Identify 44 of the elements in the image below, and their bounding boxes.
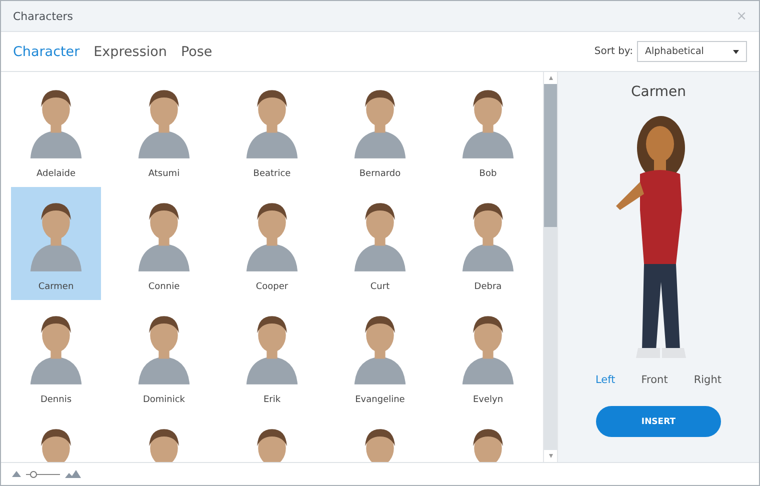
character-name: Carmen (38, 282, 74, 292)
character-card[interactable]: Atsumi (119, 74, 209, 187)
character-card[interactable]: Dennis (11, 300, 101, 413)
character-name: Curt (370, 282, 390, 292)
character-card[interactable]: Evelyn (443, 300, 533, 413)
large-mountain-icon (65, 470, 81, 478)
character-name: Debra (474, 282, 502, 292)
character-name: Bernardo (359, 169, 401, 179)
character-name: Adelaide (36, 169, 76, 179)
character-name: Beatrice (253, 169, 291, 179)
scrollbar[interactable] (543, 72, 558, 462)
category-tab[interactable]: Pose (180, 44, 212, 60)
character-title: Carmen (631, 84, 686, 100)
character-card[interactable]: Beatrice (227, 74, 317, 187)
character-name: Evangeline (355, 395, 405, 405)
sort-dropdown[interactable]: Alphabetical (637, 41, 747, 62)
character-name: Dennis (40, 395, 72, 405)
character-card[interactable]: Curt (335, 187, 425, 300)
character-name: Bob (479, 169, 497, 179)
character-name: Connie (148, 282, 180, 292)
character-card[interactable]: Connie (119, 187, 209, 300)
character-card[interactable]: Evangeline (335, 300, 425, 413)
insert-button[interactable]: INSERT (596, 406, 721, 437)
character-card[interactable]: Debra (443, 187, 533, 300)
character-name: Erik (263, 395, 281, 405)
character-name: Atsumi (148, 169, 180, 179)
character-name: Dominick (142, 395, 186, 405)
category-tab[interactable]: Character (13, 44, 80, 60)
character-card[interactable]: Bob (443, 74, 533, 187)
sort-label: Sort by: (594, 46, 633, 57)
category-tab[interactable]: Expression (94, 44, 167, 60)
character-name: Cooper (256, 282, 288, 292)
caret-icon (733, 50, 739, 54)
character-card[interactable]: Adelaide (11, 74, 101, 187)
character-card[interactable]: Bernardo (335, 74, 425, 187)
character-card[interactable]: Dominick (119, 300, 209, 413)
window-title: Characters (13, 10, 74, 22)
character-card[interactable]: Erik (227, 300, 317, 413)
character-card[interactable]: Cooper (227, 187, 317, 300)
character-card[interactable]: Carmen (11, 187, 101, 300)
small-mountain-icon (12, 471, 21, 477)
character-name: Evelyn (472, 395, 504, 405)
view-tab[interactable]: Front (641, 374, 668, 386)
view-tab[interactable]: Right (694, 374, 722, 386)
